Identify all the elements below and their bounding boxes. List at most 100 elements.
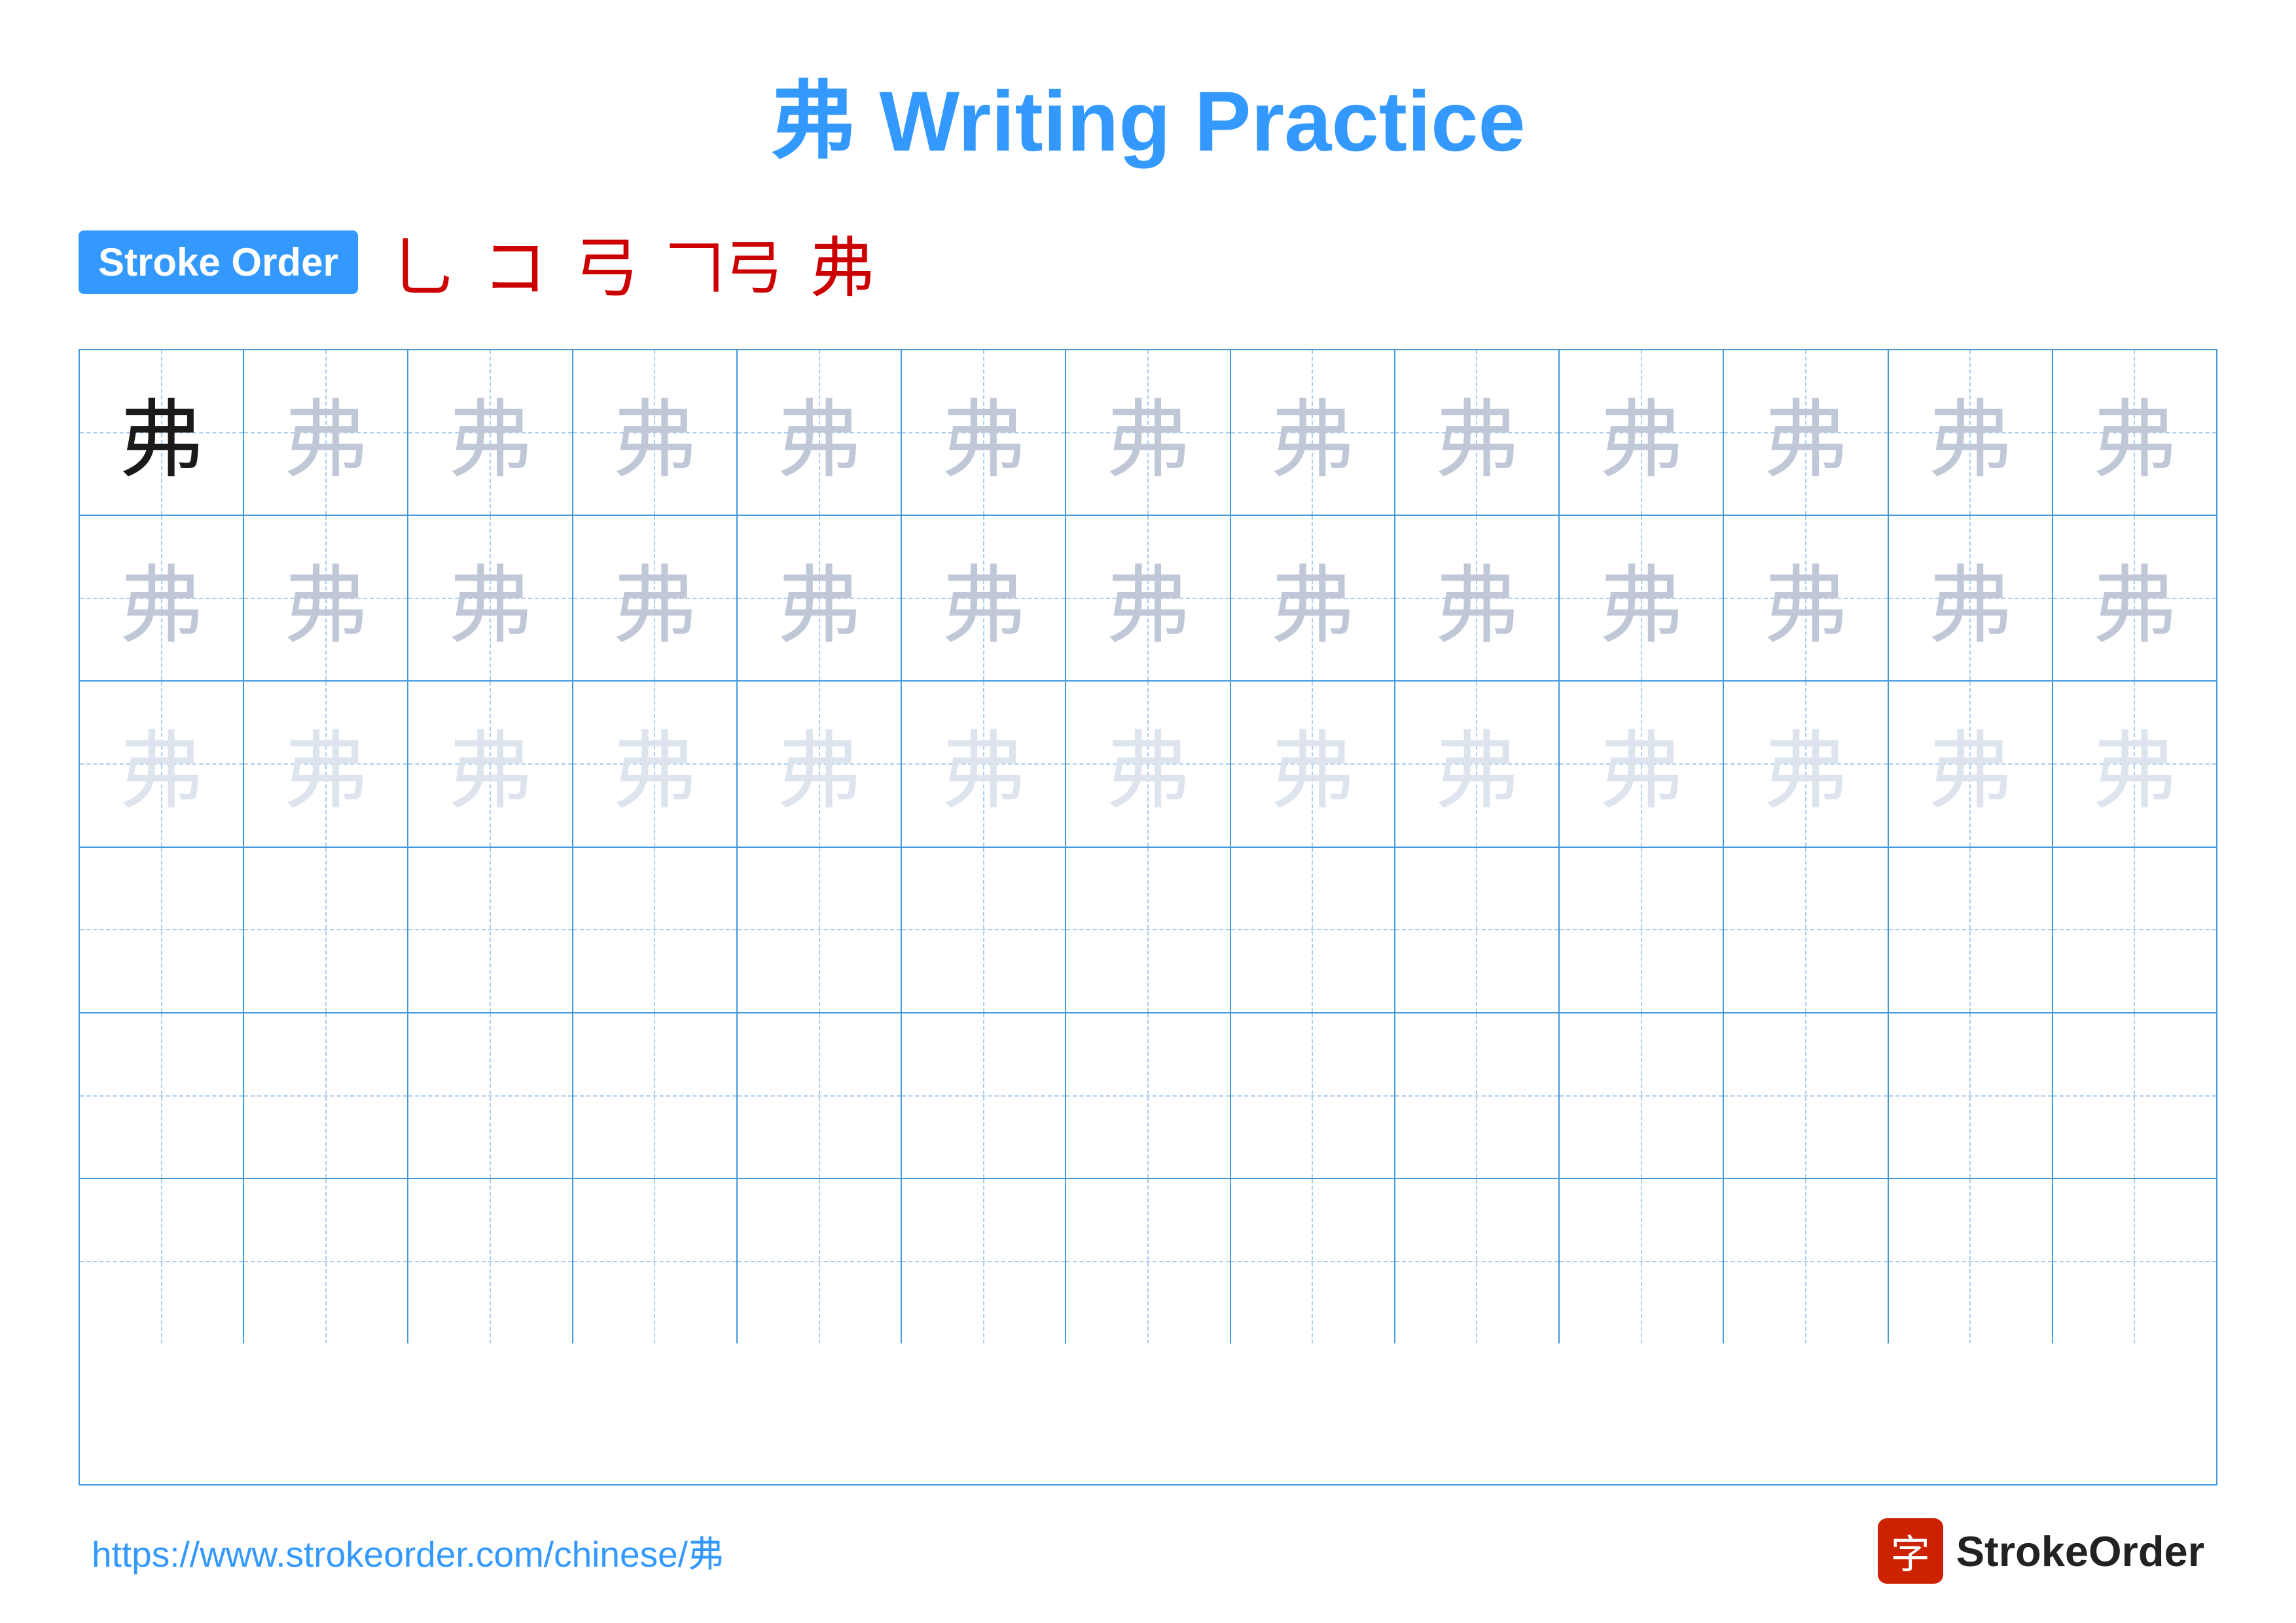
grid-cell-r4-c4[interactable] xyxy=(573,848,738,1012)
footer-logo: 字 StrokeOrder xyxy=(1878,1518,2204,1584)
stroke-step-3: 弓 xyxy=(574,215,639,310)
grid-cell-r4-c12[interactable] xyxy=(1889,848,2053,1012)
grid-cell-r2-c3[interactable]: 弗 xyxy=(408,516,573,680)
grid-cell-r1-c2[interactable]: 弗 xyxy=(244,350,408,515)
grid-cell-r3-c13[interactable]: 弗 xyxy=(2053,682,2216,846)
grid-cell-r5-c3[interactable] xyxy=(408,1013,573,1178)
grid-cell-r1-c6[interactable]: 弗 xyxy=(902,350,1066,515)
grid-cell-r5-c4[interactable] xyxy=(573,1013,738,1178)
grid-cell-r2-c7[interactable]: 弗 xyxy=(1066,516,1230,680)
grid-cell-r5-c10[interactable] xyxy=(1560,1013,1724,1178)
grid-cell-r3-c3[interactable]: 弗 xyxy=(408,682,573,846)
grid-cell-r3-c2[interactable]: 弗 xyxy=(244,682,408,846)
grid-cell-r2-c9[interactable]: 弗 xyxy=(1395,516,1560,680)
grid-cell-r5-c5[interactable] xyxy=(738,1013,902,1178)
grid-cell-r5-c7[interactable] xyxy=(1066,1013,1230,1178)
char-medium: 弗 xyxy=(2092,371,2177,494)
char-medium: 弗 xyxy=(1763,371,1848,494)
grid-cell-r6-c9[interactable] xyxy=(1395,1179,1560,1343)
grid-cell-r6-c4[interactable] xyxy=(573,1179,738,1343)
grid-cell-r5-c2[interactable] xyxy=(244,1013,408,1178)
grid-cell-r1-c12[interactable]: 弗 xyxy=(1889,350,2053,515)
grid-cell-r5-c13[interactable] xyxy=(2053,1013,2216,1178)
grid-cell-r4-c6[interactable] xyxy=(902,848,1066,1012)
grid-cell-r3-c8[interactable]: 弗 xyxy=(1231,682,1395,846)
grid-cell-r3-c12[interactable]: 弗 xyxy=(1889,682,2053,846)
grid-cell-r4-c8[interactable] xyxy=(1231,848,1395,1012)
grid-cell-r6-c11[interactable] xyxy=(1724,1179,1888,1343)
grid-cell-r3-c6[interactable]: 弗 xyxy=(902,682,1066,846)
grid-cell-r2-c10[interactable]: 弗 xyxy=(1560,516,1724,680)
grid-cell-r4-c9[interactable] xyxy=(1395,848,1560,1012)
char-medium: 弗 xyxy=(1599,537,1684,660)
grid-cell-r2-c13[interactable]: 弗 xyxy=(2053,516,2216,680)
page-title: 弗 Writing Practice xyxy=(770,52,1525,175)
grid-cell-r6-c3[interactable] xyxy=(408,1179,573,1343)
grid-cell-r6-c8[interactable] xyxy=(1231,1179,1395,1343)
stroke-order-section: Stroke Order ⺃ コ 弓 𠃍弓 弗 xyxy=(79,215,2217,310)
title-text: Writing Practice xyxy=(855,73,1525,169)
char-medium: 弗 xyxy=(448,371,533,494)
grid-cell-r4-c2[interactable] xyxy=(244,848,408,1012)
practice-grid: 弗 弗 弗 弗 弗 弗 弗 弗 弗 xyxy=(79,349,2217,1486)
grid-cell-r3-c10[interactable]: 弗 xyxy=(1560,682,1724,846)
grid-cell-r5-c1[interactable] xyxy=(80,1013,244,1178)
grid-cell-r6-c12[interactable] xyxy=(1889,1179,2053,1343)
grid-cell-r1-c11[interactable]: 弗 xyxy=(1724,350,1888,515)
grid-cell-r4-c10[interactable] xyxy=(1560,848,1724,1012)
grid-cell-r4-c5[interactable] xyxy=(738,848,902,1012)
grid-cell-r2-c1[interactable]: 弗 xyxy=(80,516,244,680)
grid-cell-r2-c2[interactable]: 弗 xyxy=(244,516,408,680)
char-medium: 弗 xyxy=(941,537,1026,660)
grid-cell-r6-c6[interactable] xyxy=(902,1179,1066,1343)
grid-cell-r1-c5[interactable]: 弗 xyxy=(738,350,902,515)
grid-cell-r1-c13[interactable]: 弗 xyxy=(2053,350,2216,515)
grid-cell-r1-c10[interactable]: 弗 xyxy=(1560,350,1724,515)
grid-cell-r4-c3[interactable] xyxy=(408,848,573,1012)
char-medium: 弗 xyxy=(777,371,862,494)
page: 弗 Writing Practice Stroke Order ⺃ コ 弓 𠃍弓… xyxy=(0,0,2296,1623)
grid-cell-r6-c10[interactable] xyxy=(1560,1179,1724,1343)
grid-cell-r5-c12[interactable] xyxy=(1889,1013,2053,1178)
logo-text: StrokeOrder xyxy=(1956,1527,2204,1576)
grid-cell-r2-c4[interactable]: 弗 xyxy=(573,516,738,680)
grid-cell-r2-c6[interactable]: 弗 xyxy=(902,516,1066,680)
grid-cell-r1-c7[interactable]: 弗 xyxy=(1066,350,1230,515)
grid-cell-r3-c1[interactable]: 弗 xyxy=(80,682,244,846)
grid-row-6 xyxy=(80,1179,2216,1343)
grid-cell-r5-c6[interactable] xyxy=(902,1013,1066,1178)
grid-cell-r4-c11[interactable] xyxy=(1724,848,1888,1012)
grid-cell-r6-c7[interactable] xyxy=(1066,1179,1230,1343)
char-light: 弗 xyxy=(448,702,533,826)
char-medium: 弗 xyxy=(1434,537,1519,660)
grid-cell-r1-c8[interactable]: 弗 xyxy=(1231,350,1395,515)
grid-cell-r5-c8[interactable] xyxy=(1231,1013,1395,1178)
grid-cell-r6-c1[interactable] xyxy=(80,1179,244,1343)
grid-cell-r1-c3[interactable]: 弗 xyxy=(408,350,573,515)
char-medium: 弗 xyxy=(448,537,533,660)
grid-cell-r5-c11[interactable] xyxy=(1724,1013,1888,1178)
grid-cell-r2-c5[interactable]: 弗 xyxy=(738,516,902,680)
stroke-step-2: コ xyxy=(482,215,548,310)
grid-cell-r3-c11[interactable]: 弗 xyxy=(1724,682,1888,846)
grid-cell-r4-c7[interactable] xyxy=(1066,848,1230,1012)
grid-cell-r1-c4[interactable]: 弗 xyxy=(573,350,738,515)
stroke-step-1: ⺃ xyxy=(391,215,456,310)
grid-cell-r4-c1[interactable] xyxy=(80,848,244,1012)
grid-cell-r3-c9[interactable]: 弗 xyxy=(1395,682,1560,846)
grid-cell-r6-c5[interactable] xyxy=(738,1179,902,1343)
grid-cell-r2-c11[interactable]: 弗 xyxy=(1724,516,1888,680)
grid-cell-r2-c8[interactable]: 弗 xyxy=(1231,516,1395,680)
grid-cell-r5-c9[interactable] xyxy=(1395,1013,1560,1178)
grid-cell-r6-c13[interactable] xyxy=(2053,1179,2216,1343)
grid-cell-r2-c12[interactable]: 弗 xyxy=(1889,516,2053,680)
grid-cell-r1-c9[interactable]: 弗 xyxy=(1395,350,1560,515)
grid-cell-r6-c2[interactable] xyxy=(244,1179,408,1343)
grid-cell-r4-c13[interactable] xyxy=(2053,848,2216,1012)
grid-cell-r3-c7[interactable]: 弗 xyxy=(1066,682,1230,846)
grid-cell-r3-c5[interactable]: 弗 xyxy=(738,682,902,846)
logo-icon: 字 xyxy=(1878,1518,1943,1584)
grid-cell-r3-c4[interactable]: 弗 xyxy=(573,682,738,846)
char-medium: 弗 xyxy=(1434,371,1519,494)
grid-cell-r1-c1[interactable]: 弗 xyxy=(80,350,244,515)
